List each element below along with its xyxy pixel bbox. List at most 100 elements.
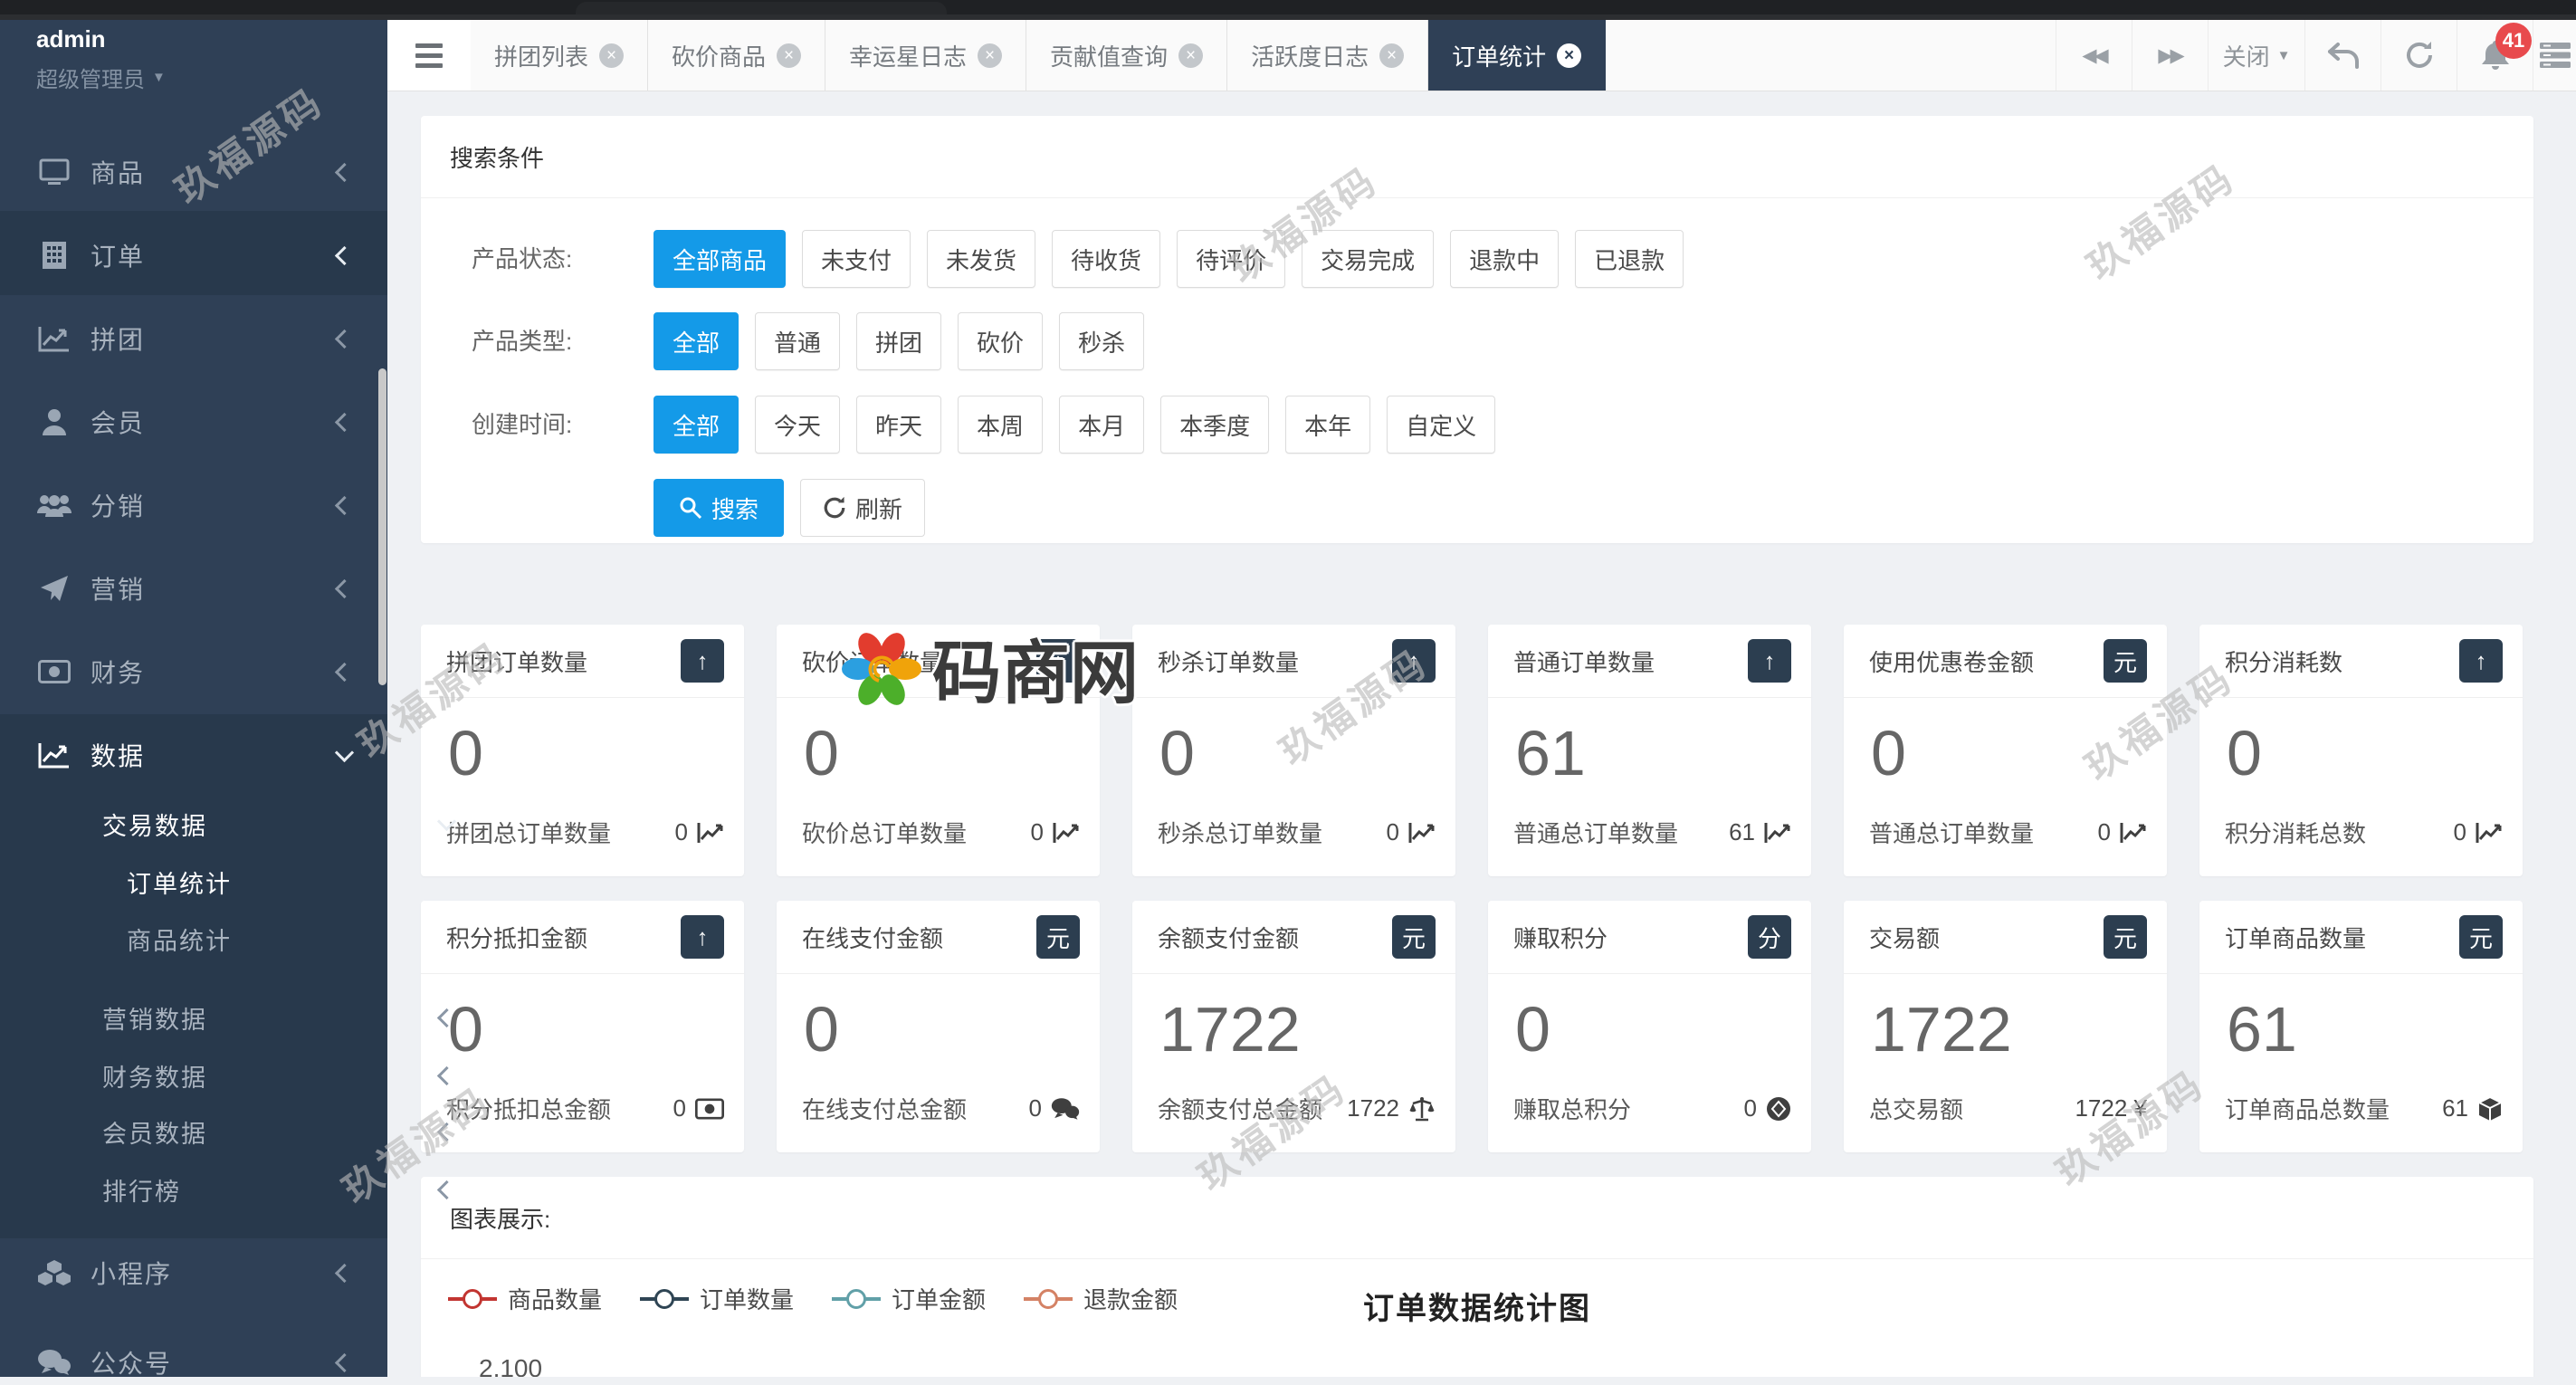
filter-time-year[interactable]: 本年 xyxy=(1285,396,1371,454)
stat-cards-row-2: 积分抵扣金额 ↑ 0 积分抵扣总金额 0 在线支付金额 元 0 在线支付总金额 … xyxy=(421,901,2523,1152)
sidebar-user[interactable]: admin 超级管理员 ▼ xyxy=(36,25,166,93)
stat-card-flashsale-orders: 秒杀订单数量 ↑ 0 秒杀总订单数量 0 xyxy=(1132,625,1455,876)
sidebar-subitem-member-data[interactable]: 会员数据 xyxy=(0,1111,490,1152)
stat-value: 1722 xyxy=(1159,994,1301,1065)
paper-plane-icon xyxy=(34,575,74,602)
refresh-icon xyxy=(824,496,845,519)
filter-label: 创建时间: xyxy=(472,411,573,438)
close-icon[interactable]: × xyxy=(599,43,625,68)
tab-activity-log[interactable]: 活跃度日志 × xyxy=(1227,20,1429,91)
sidebar-subitem-marketing-data[interactable]: 营销数据 xyxy=(0,997,490,1038)
caret-down-icon: ▼ xyxy=(2276,47,2291,63)
sidebar-subitem-goods-stats[interactable]: 商品统计 xyxy=(0,918,514,960)
refresh-button[interactable]: 刷新 xyxy=(800,479,926,537)
filter-time-week[interactable]: 本周 xyxy=(958,396,1044,454)
stat-card-points-consumed: 积分消耗数 ↑ 0 积分消耗总数 0 xyxy=(2199,625,2523,876)
sidebar-item-distribution[interactable]: 分销 xyxy=(0,482,387,528)
filter-time-quarter[interactable]: 本季度 xyxy=(1160,396,1270,454)
yuan-badge: 元 xyxy=(2104,639,2147,683)
building-icon xyxy=(34,241,74,270)
list-icon xyxy=(2539,43,2571,68)
sidebar-item-member[interactable]: 会员 xyxy=(0,399,387,444)
chevron-left-icon xyxy=(334,495,355,515)
sidebar-item-miniprogram[interactable]: 小程序 xyxy=(0,1250,387,1295)
filter-type-groupbuy[interactable]: 拼团 xyxy=(856,312,942,370)
tab-luckystar-log[interactable]: 幸运星日志 × xyxy=(825,20,1027,91)
close-icon[interactable]: × xyxy=(978,43,1003,68)
filter-time-yesterday[interactable]: 昨天 xyxy=(856,396,942,454)
filter-status-unshipped[interactable]: 未发货 xyxy=(927,230,1036,288)
chevron-left-icon xyxy=(436,1122,457,1141)
user-icon xyxy=(34,408,74,435)
sidebar-scrollbar[interactable] xyxy=(378,368,386,685)
arrow-up-badge: ↑ xyxy=(1748,639,1791,683)
close-icon[interactable]: × xyxy=(1178,43,1204,68)
tab-contribution-query[interactable]: 贡献值查询 × xyxy=(1026,20,1228,91)
filter-status-refunded[interactable]: 已退款 xyxy=(1575,230,1684,288)
filter-status-to-review[interactable]: 待评价 xyxy=(1177,230,1286,288)
filter-status-all[interactable]: 全部商品 xyxy=(654,230,787,288)
stat-value: 61 xyxy=(1515,718,1586,788)
double-arrow-left-icon: ◀◀ xyxy=(2082,44,2108,66)
filter-type-normal[interactable]: 普通 xyxy=(755,312,841,370)
filter-status-unpaid[interactable]: 未支付 xyxy=(802,230,911,288)
tab-bargain-goods[interactable]: 砍价商品 × xyxy=(648,20,826,91)
sidebar-subitem-ranking[interactable]: 排行榜 xyxy=(0,1169,490,1210)
refresh-icon xyxy=(2406,42,2432,68)
stat-card-coupon-amount: 使用优惠卷金额 元 0 普通总订单数量 0 xyxy=(1844,625,2167,876)
search-button[interactable]: 搜索 xyxy=(654,479,785,537)
sidebar-item-order[interactable]: 订单 xyxy=(0,233,387,278)
balance-scale-icon xyxy=(1409,1096,1435,1121)
sidebar-item-finance[interactable]: 财务 xyxy=(0,649,387,694)
filter-status-completed[interactable]: 交易完成 xyxy=(1302,230,1435,288)
filter-type-all[interactable]: 全部 xyxy=(654,312,739,370)
sidebar-toggle-button[interactable] xyxy=(387,20,471,91)
arrow-up-badge: ↑ xyxy=(1036,639,1080,683)
close-icon[interactable]: × xyxy=(1557,43,1582,68)
filter-status-refunding[interactable]: 退款中 xyxy=(1450,230,1560,288)
chevron-left-icon xyxy=(334,412,355,432)
filter-time-today[interactable]: 今天 xyxy=(755,396,841,454)
refresh-button[interactable] xyxy=(2380,20,2457,91)
filter-label: 产品状态: xyxy=(472,245,573,272)
filter-time-custom[interactable]: 自定义 xyxy=(1387,396,1496,454)
close-icon[interactable]: × xyxy=(777,43,802,68)
filter-type-bargain[interactable]: 砍价 xyxy=(958,312,1044,370)
sidebar-item-goods[interactable]: 商品 xyxy=(0,149,387,195)
chart-title: 订单数据统计图 xyxy=(1363,1292,1591,1326)
stat-card-normal-orders: 普通订单数量 ↑ 61 普通总订单数量 61 xyxy=(1488,625,1811,876)
sidebar-item-official-account[interactable]: 公众号 xyxy=(0,1340,387,1385)
filter-time-all[interactable]: 全部 xyxy=(654,396,739,454)
chart-up-icon xyxy=(1408,822,1435,843)
main-content: 搜索条件 产品状态: 全部商品 未支付 未发货 待收货 待评价 交易完成 退款中… xyxy=(387,91,2576,1377)
tabs-scroll-right-button[interactable]: ▶▶ xyxy=(2132,20,2208,91)
notifications-button[interactable]: 41 xyxy=(2457,20,2533,91)
desktop-icon xyxy=(34,158,74,186)
user-role[interactable]: 超级管理员 ▼ xyxy=(36,62,166,93)
sidebar-item-groupbuy[interactable]: 拼团 xyxy=(0,316,387,361)
back-button[interactable] xyxy=(2304,20,2380,91)
tabs-scroll-left-button[interactable]: ◀◀ xyxy=(2056,20,2132,91)
sidebar-subitem-order-stats[interactable]: 订单统计 xyxy=(0,861,514,903)
yuan-badge: 元 xyxy=(1036,915,1080,959)
settings-list-button[interactable] xyxy=(2533,20,2576,91)
sidebar-item-marketing[interactable]: 营销 xyxy=(0,566,387,611)
close-tabs-dropdown[interactable]: 关闭 ▼ xyxy=(2208,20,2304,91)
wechat-icon xyxy=(34,1349,74,1376)
close-icon[interactable]: × xyxy=(1379,43,1405,68)
tab-order-stats[interactable]: 订单统计 × xyxy=(1428,20,1607,91)
filter-time-month[interactable]: 本月 xyxy=(1059,396,1145,454)
chart-up-icon xyxy=(2476,822,2502,843)
chart-up-icon xyxy=(1764,822,1790,843)
filter-type-flashsale[interactable]: 秒杀 xyxy=(1059,312,1145,370)
tab-groupbuy-list[interactable]: 拼团列表 × xyxy=(471,20,649,91)
stat-card-earned-points: 赚取积分 分 0 赚取总积分 0 xyxy=(1488,901,1811,1152)
chart-up-icon xyxy=(697,822,723,843)
sidebar-subitem-trade-data[interactable]: 交易数据 xyxy=(0,803,490,845)
yuan-badge: 元 xyxy=(2459,915,2503,959)
sidebar-item-data[interactable]: 数据 xyxy=(0,732,387,778)
notification-count-badge: 41 xyxy=(2495,23,2532,59)
filter-status-to-receive[interactable]: 待收货 xyxy=(1052,230,1161,288)
stat-card-trade-amount: 交易额 元 1722 总交易额 1722 ¥ xyxy=(1844,901,2167,1152)
sidebar-subitem-finance-data[interactable]: 财务数据 xyxy=(0,1055,490,1096)
